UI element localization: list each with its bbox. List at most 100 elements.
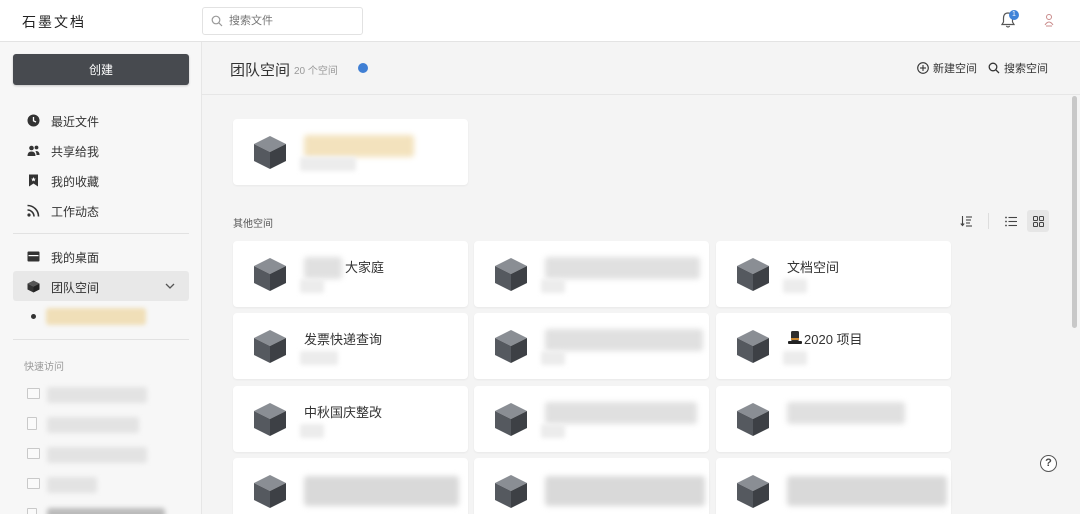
sidebar-item-recent[interactable]: 最近文件 — [13, 105, 189, 135]
new-space-button[interactable]: 新建空间 — [917, 60, 977, 76]
sidebar-item-favorites[interactable]: 我的收藏 — [13, 165, 189, 195]
cube-icon — [252, 256, 288, 292]
sidebar-item-team-space[interactable]: 团队空间 — [13, 271, 189, 301]
sheet-icon — [27, 388, 40, 399]
plus-circle-icon — [917, 62, 929, 74]
sidebar-item-activity[interactable]: 工作动态 — [13, 195, 189, 225]
sidebar-item-desktop[interactable]: 我的桌面 — [13, 241, 189, 271]
create-button[interactable]: 创建 — [13, 54, 189, 85]
sidebar-item-label: 团队空间 — [51, 281, 100, 295]
quick-access-item[interactable] — [27, 444, 187, 466]
list-view-button[interactable] — [1000, 210, 1022, 232]
sort-button[interactable] — [955, 210, 977, 232]
space-meta — [541, 279, 565, 293]
space-name: 大家庭 — [345, 260, 385, 275]
space-name — [304, 476, 459, 506]
space-name: 中秋国庆整改 — [304, 405, 383, 420]
quick-access-item[interactable] — [27, 474, 187, 496]
space-card[interactable] — [474, 313, 709, 379]
sidebar-item-label: 共享给我 — [51, 145, 100, 159]
search-space-button[interactable]: 搜索空间 — [988, 60, 1048, 76]
space-name — [787, 476, 947, 506]
cube-icon — [252, 401, 288, 437]
space-card[interactable] — [474, 241, 709, 307]
quick-access-item[interactable] — [27, 414, 187, 436]
space-card[interactable] — [716, 458, 951, 514]
space-name — [545, 329, 703, 351]
space-meta — [783, 351, 807, 365]
quick-access-title: 快速访问 — [24, 362, 64, 373]
space-meta — [300, 351, 338, 365]
hat-icon — [788, 331, 802, 344]
new-space-label: 新建空间 — [933, 63, 977, 75]
space-meta — [541, 351, 565, 365]
cube-icon — [493, 256, 529, 292]
space-card[interactable]: 文档空间 — [716, 241, 951, 307]
cube-icon — [735, 328, 771, 364]
cube-icon — [735, 473, 771, 509]
search-icon — [211, 15, 223, 27]
space-name: 文档空间 — [787, 260, 840, 275]
cube-icon — [27, 280, 40, 293]
help-button[interactable]: ? — [1040, 455, 1057, 472]
chevron-down-icon[interactable] — [165, 281, 175, 291]
space-name — [545, 257, 700, 279]
space-count: 20 个空间 — [294, 66, 338, 77]
quick-access-label — [47, 417, 139, 433]
sidebar-item-label: 我的桌面 — [51, 251, 100, 265]
quick-access-item[interactable] — [27, 500, 187, 514]
notification-button[interactable]: 1 — [1000, 10, 1020, 31]
scrollbar[interactable] — [1072, 96, 1077, 328]
list-icon — [1005, 216, 1017, 226]
space-name — [545, 476, 705, 506]
cube-icon — [252, 328, 288, 364]
app-logo[interactable]: 石墨文档 — [22, 12, 86, 32]
space-card[interactable]: 发票快递查询 — [233, 313, 468, 379]
space-name-prefix — [304, 257, 342, 279]
space-card[interactable] — [716, 386, 951, 452]
space-card[interactable]: 大家庭 — [233, 241, 468, 307]
cube-icon — [493, 401, 529, 437]
space-card[interactable]: 中秋国庆整改 — [233, 386, 468, 452]
sidebar: 创建 最近文件 共享给我 我的收藏 工作动态 我的桌面 团队空间 快速访问 — [0, 42, 202, 514]
sheet-icon — [27, 448, 40, 459]
space-name — [545, 402, 697, 424]
doc-icon — [27, 417, 37, 430]
cube-icon — [252, 473, 288, 509]
space-card[interactable] — [474, 458, 709, 514]
bookmark-icon — [29, 174, 38, 187]
sort-icon — [959, 216, 972, 227]
grid-view-button[interactable] — [1027, 210, 1049, 232]
top-bar: 石墨文档 1 — [0, 0, 1080, 42]
status-dot — [358, 63, 368, 73]
space-name: 发票快递查询 — [304, 332, 383, 347]
rss-icon — [27, 204, 40, 217]
space-card[interactable] — [233, 458, 468, 514]
sidebar-divider — [13, 233, 189, 234]
quick-access-item[interactable] — [27, 384, 187, 406]
space-card[interactable] — [474, 386, 709, 452]
space-meta — [783, 279, 807, 293]
space-card[interactable]: 2020 项目 — [716, 313, 951, 379]
space-meta — [300, 424, 324, 438]
sheet-icon — [27, 478, 40, 489]
sidebar-sub-item[interactable] — [46, 308, 146, 325]
sidebar-divider — [13, 339, 189, 340]
sidebar-item-label: 工作动态 — [51, 205, 100, 219]
clock-icon — [27, 114, 40, 127]
sidebar-item-label: 最近文件 — [51, 115, 100, 129]
desktop-icon — [27, 251, 40, 262]
cube-icon — [493, 328, 529, 364]
team-space-card[interactable] — [233, 119, 468, 185]
space-name: 2020 项目 — [804, 332, 863, 347]
sidebar-item-shared[interactable]: 共享给我 — [13, 135, 189, 165]
space-meta — [300, 279, 324, 293]
quick-access-label — [47, 447, 147, 463]
space-name — [304, 135, 414, 157]
page-title: 团队空间 — [230, 62, 291, 79]
search-input[interactable] — [229, 8, 359, 34]
search-box[interactable] — [202, 7, 363, 35]
search-space-label: 搜索空间 — [1004, 63, 1048, 75]
avatar[interactable] — [1040, 11, 1058, 29]
quick-access-label — [47, 387, 147, 403]
